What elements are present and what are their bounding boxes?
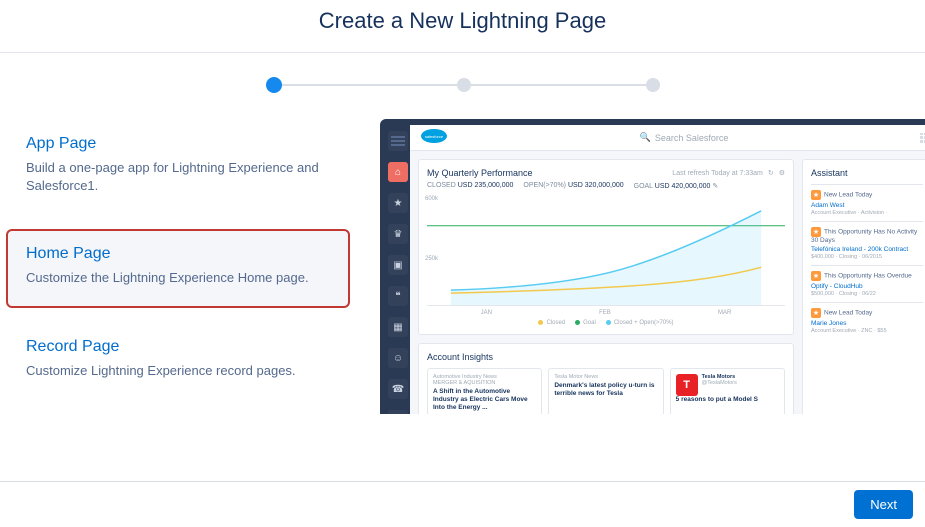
chart-meta: Last refresh Today at 7:33am xyxy=(672,170,763,177)
closed-label: CLOSED xyxy=(427,182,456,189)
quote-icon: ❝ xyxy=(388,286,408,306)
folder-icon: ▣ xyxy=(388,255,408,275)
doc-icon: ≡ xyxy=(388,410,408,414)
insight-src: Tesla Motor News xyxy=(554,374,657,380)
goal-label: GOAL xyxy=(634,183,653,190)
stepper xyxy=(0,53,925,119)
chart-title: My Quarterly Performance xyxy=(427,168,533,178)
insight-headline: Denmark's latest policy u-turn is terrib… xyxy=(554,382,657,398)
assistant-item-title: New Lead Today xyxy=(824,192,872,199)
option-app-page[interactable]: App Page Build a one-page app for Lightn… xyxy=(6,119,350,215)
star-icon: ★ xyxy=(388,193,408,213)
option-title: App Page xyxy=(26,135,330,153)
home-icon: ⌂ xyxy=(388,162,408,182)
insights-card: Account Insights Automotive Industry New… xyxy=(418,343,794,414)
search-icon: 🔍 xyxy=(640,132,651,143)
chart-card: My Quarterly Performance Last refresh To… xyxy=(418,159,794,335)
footer: Next xyxy=(0,481,925,527)
options-list: App Page Build a one-page app for Lightn… xyxy=(0,119,350,414)
x-tick: MAR xyxy=(718,310,731,316)
svg-text:salesforce: salesforce xyxy=(425,134,444,139)
assistant-item-title: This Opportunity Has Overdue xyxy=(824,273,912,280)
calendar-icon: ▦ xyxy=(388,317,408,337)
option-record-page[interactable]: Record Page Customize Lightning Experien… xyxy=(6,322,350,400)
edit-icon: ✎ xyxy=(712,183,718,190)
app-launcher-icon xyxy=(920,133,925,143)
star-icon: ★ xyxy=(811,190,821,200)
star-icon: ★ xyxy=(811,308,821,318)
chart-area: 600k 250k xyxy=(427,196,785,306)
crown-icon: ♛ xyxy=(388,224,408,244)
assistant-item-link: Marie Jones xyxy=(811,320,923,327)
assistant-item: ★New Lead Today Marie Jones Account Exec… xyxy=(811,302,923,339)
option-home-page[interactable]: Home Page Customize the Lightning Experi… xyxy=(6,229,350,307)
option-title: Record Page xyxy=(26,338,330,356)
option-title: Home Page xyxy=(26,245,330,263)
assistant-item-link: Optify - CloudHub xyxy=(811,283,923,290)
tesla-logo-icon: T xyxy=(676,374,698,396)
assistant-item-link: Telefónica Ireland - 200k Contract xyxy=(811,246,923,253)
open-value: USD 320,000,000 xyxy=(568,182,624,189)
user-icon: ☺ xyxy=(388,348,408,368)
legend-goal: Goal xyxy=(575,320,596,326)
insight-item: T Tesla Motors@TeslaMotors 5 reasons to … xyxy=(670,368,785,414)
assistant-item-meta: $500,000 · Closing · 06/22 xyxy=(811,291,923,297)
refresh-icon: ↻ xyxy=(768,169,774,177)
step-3-dot xyxy=(646,78,660,92)
salesforce-logo-icon: salesforce xyxy=(420,128,448,147)
search-input: 🔍 Search Salesforce xyxy=(458,132,910,143)
next-button[interactable]: Next xyxy=(854,490,913,519)
assistant-item-meta: $400,000 · Closing · 06/2015 xyxy=(811,254,923,260)
insight-item: Tesla Motor News Denmark's latest policy… xyxy=(548,368,663,414)
legend-open: Closed + Open(>70%) xyxy=(606,320,674,326)
bell-icon: ☎ xyxy=(388,379,408,399)
assistant-title: Assistant xyxy=(811,168,923,178)
assistant-item-meta: Account Executive · ZNC · $55 xyxy=(811,328,923,334)
open-label: OPEN(>70%) xyxy=(523,182,566,189)
goal-value: USD 420,000,000 xyxy=(655,183,711,190)
option-desc: Build a one-page app for Lightning Exper… xyxy=(26,159,330,195)
gear-icon: ⚙ xyxy=(779,169,785,177)
preview-pane: ⌂ ★ ♛ ▣ ❝ ▦ ☺ ☎ ≡ ⚙ ⋯ salesforce xyxy=(380,119,925,414)
assistant-item-title: This Opportunity Has No Activity 30 Days xyxy=(811,229,917,244)
insight-headline: 5 reasons to put a Model S xyxy=(676,396,779,404)
search-placeholder: Search Salesforce xyxy=(655,133,729,143)
step-line xyxy=(471,84,646,86)
x-tick: FEB xyxy=(599,310,611,316)
preview-sidenav: ⌂ ★ ♛ ▣ ❝ ▦ ☺ ☎ ≡ ⚙ ⋯ xyxy=(386,125,410,414)
assistant-item: ★This Opportunity Has Overdue Optify - C… xyxy=(811,265,923,302)
insight-sub: @TeslaMotors xyxy=(702,380,737,386)
closed-value: USD 235,000,000 xyxy=(458,182,514,189)
step-1-dot xyxy=(266,77,282,93)
option-desc: Customize the Lightning Experience Home … xyxy=(26,269,330,287)
assistant-item-title: New Lead Today xyxy=(824,310,872,317)
assistant-item-link: Adam West xyxy=(811,202,923,209)
insights-title: Account Insights xyxy=(427,352,785,362)
legend-closed: Closed xyxy=(538,320,565,326)
step-2-dot xyxy=(457,78,471,92)
insight-sub: MERGER & AQUISITION xyxy=(433,380,495,386)
page-title: Create a New Lightning Page xyxy=(0,0,925,52)
assistant-item: ★New Lead Today Adam West Account Execut… xyxy=(811,184,923,221)
menu-icon xyxy=(388,131,408,151)
assistant-card: Assistant ★New Lead Today Adam West Acco… xyxy=(802,159,925,414)
star-icon: ★ xyxy=(811,227,821,237)
assistant-item: ★This Opportunity Has No Activity 30 Day… xyxy=(811,221,923,265)
star-icon: ★ xyxy=(811,271,821,281)
x-tick: JAN xyxy=(481,310,492,316)
preview-topbar: salesforce 🔍 Search Salesforce xyxy=(410,125,925,151)
option-desc: Customize Lightning Experience record pa… xyxy=(26,362,330,380)
insight-headline: A Shift in the Automotive Industry as El… xyxy=(433,388,536,411)
insight-item: Automotive Industry NewsMERGER & AQUISIT… xyxy=(427,368,542,414)
step-line xyxy=(282,84,457,86)
assistant-item-meta: Account Executive · Activision · xyxy=(811,210,923,216)
